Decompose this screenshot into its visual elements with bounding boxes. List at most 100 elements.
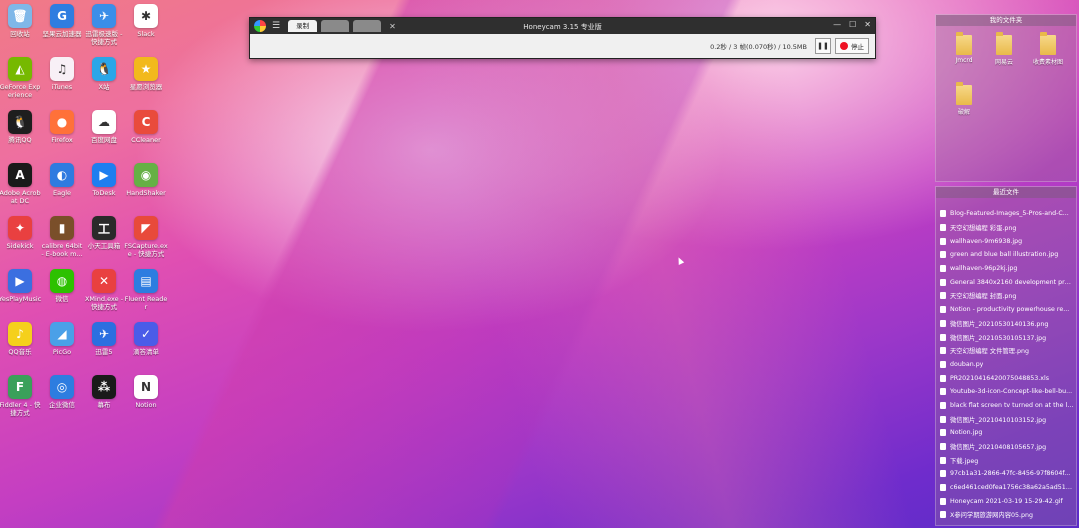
fluent-reader-icon: ▤ <box>134 269 158 293</box>
desktop-icon[interactable]: ▮ calibre 64bit - E-book m... <box>40 216 84 258</box>
recent-file-item[interactable]: 微信图片_20210410103152.jpg <box>940 412 1074 426</box>
recent-file-item[interactable]: General 3840x2160 development pro... <box>940 275 1074 289</box>
desktop-icon[interactable]: ✕ XMind.exe - 快捷方式 <box>82 269 126 311</box>
recent-file-item[interactable]: 天空幻想编程 文件管理.png <box>940 344 1074 358</box>
desktop-icon-label: 幕布 <box>97 401 111 409</box>
recent-file-item[interactable]: 微信图片_20210530140136.png <box>940 317 1074 331</box>
desktop-icon[interactable]: 🐧 腾讯QQ <box>0 110 42 144</box>
recent-file-name: 微信图片_20210530105137.jpg <box>950 334 1047 342</box>
tab-edit[interactable] <box>321 20 350 32</box>
desktop-icon[interactable]: N Notion <box>124 375 168 409</box>
recent-file-item[interactable]: black flat screen tv turned on at the li… <box>940 399 1074 413</box>
recent-file-item[interactable]: Notion - productivity powerhouse re... <box>940 303 1074 317</box>
folder-item[interactable]: Jmcrd <box>948 32 980 64</box>
tab-record[interactable]: 录制 <box>288 20 318 32</box>
recent-file-name: 天空幻想编程 封面.png <box>950 293 1017 301</box>
recent-file-item[interactable]: Youtube-3d-icon-Concept-like-bell-bu... <box>940 385 1074 399</box>
folder-item[interactable]: 收费素材图 <box>1032 32 1064 66</box>
desktop-icon[interactable]: ◎ 企业微信 <box>40 375 84 409</box>
honeycam-logo-icon <box>254 20 266 32</box>
recent-file-item[interactable]: wallhaven-96p2kj.jpg <box>940 262 1074 276</box>
folders-fence-title: 我的文件夹 <box>936 15 1076 26</box>
recent-file-item[interactable]: wallhaven-9m6938.jpg <box>940 234 1074 248</box>
desktop-icon[interactable]: ☁ 百度网盘 <box>82 110 126 144</box>
recent-file-item[interactable]: PR20210416420075048853.xls <box>940 371 1074 385</box>
file-icon <box>940 224 946 232</box>
ccleaner-icon: C <box>134 110 158 134</box>
desktop-icon[interactable]: C CCleaner <box>124 110 168 144</box>
tab-save[interactable] <box>353 20 382 32</box>
xunlei-icon: ✈ <box>92 4 116 28</box>
recent-file-item[interactable]: 微信图片_20210408105657.jpg <box>940 440 1074 454</box>
desktop-icon[interactable]: ◉ HandShaker <box>124 163 168 197</box>
close-icon[interactable]: ✕ <box>864 20 871 29</box>
recent-file-name: Honeycam 2021-03-19 15-29-42.gif <box>950 497 1063 505</box>
pause-button[interactable]: ❚❚ <box>815 38 831 54</box>
file-icon <box>940 456 946 464</box>
xzhan-icon: 🐧 <box>92 57 116 81</box>
file-icon <box>940 429 946 437</box>
window-controls: — ☐ ✕ <box>833 20 871 29</box>
folder-item[interactable]: 网易云 <box>988 32 1020 66</box>
desktop-icon[interactable]: ◭ GeForce Experience <box>0 57 42 99</box>
desktop-icon[interactable]: ✈ 迅雷极速版 - 快捷方式 <box>82 4 126 46</box>
desktop-icon[interactable]: ▶ ToDesk <box>82 163 126 197</box>
desktop-icon[interactable]: ◍ 微信 <box>40 269 84 303</box>
desktop-icon[interactable]: ◤ FSCapture.exe - 快捷方式 <box>124 216 168 258</box>
file-icon <box>940 292 946 300</box>
desktop-icon[interactable]: G 坚果云加速器 <box>40 4 84 38</box>
recent-files-list: Blog-Featured-Images_5-Pros-and-C... 天空幻想… <box>940 207 1074 522</box>
desktop-icon[interactable]: 🗑 回收站 <box>0 4 42 38</box>
xunlei5-icon: ✈ <box>92 322 116 346</box>
desktop-icon[interactable]: 工小天工具箱 <box>82 216 126 250</box>
geforce-icon: ◭ <box>8 57 32 81</box>
desktop-icon[interactable]: ✈ 迅雷5 <box>82 322 126 356</box>
close-tab-icon[interactable]: ✕ <box>389 22 396 31</box>
desktop-icon[interactable]: ★ 星愿浏览器 <box>124 57 168 91</box>
desktop-icon[interactable]: ♪ QQ音乐 <box>0 322 42 356</box>
desktop-icon[interactable]: ▤ Fluent Reader <box>124 269 168 311</box>
recent-file-item[interactable]: X参问学期旅游网内容05.png <box>940 508 1074 522</box>
acrobat-icon: A <box>8 163 32 187</box>
desktop-icon[interactable]: ◐ Eagle <box>40 163 84 197</box>
recent-file-item[interactable]: 下载.jpeg <box>940 453 1074 467</box>
desktop-icon[interactable]: ▶ YesPlayMusic <box>0 269 42 303</box>
honeycam-titlebar[interactable]: ☰ 录制 ✕ Honeycam 3.15 专业版 — ☐ ✕ <box>250 18 875 34</box>
minimize-icon[interactable]: — <box>833 20 841 29</box>
recent-file-item[interactable]: douban.py <box>940 358 1074 372</box>
desktop-icon[interactable]: ◢ PicGo <box>40 322 84 356</box>
desktop-icon[interactable]: 🐧 X站 <box>82 57 126 91</box>
recent-file-item[interactable]: c6ed461ced0fea1756c38a62a5ad514... <box>940 481 1074 495</box>
desktop-icon[interactable]: ✓ 滴答清单 <box>124 322 168 356</box>
recent-file-item[interactable]: Blog-Featured-Images_5-Pros-and-C... <box>940 207 1074 221</box>
xmind-icon: ✕ <box>92 269 116 293</box>
desktop-icon-label: FSCapture.exe - 快捷方式 <box>124 242 168 258</box>
yesplaymusic-icon: ▶ <box>8 269 32 293</box>
menu-icon[interactable]: ☰ <box>272 21 280 31</box>
desktop-icon-label: YesPlayMusic <box>0 295 42 303</box>
desktop-icon-label: XMind.exe - 快捷方式 <box>84 295 124 311</box>
desktop-icon-label: 回收站 <box>10 30 30 38</box>
stop-button[interactable]: 停止 <box>835 38 869 54</box>
recent-file-item[interactable]: green and blue ball illustration.jpg <box>940 248 1074 262</box>
recent-file-item[interactable]: 天空幻想编程 封面.png <box>940 289 1074 303</box>
desktop-icon[interactable]: A Adobe Acrobat DC <box>0 163 42 205</box>
folder-icon <box>996 32 1012 55</box>
desktop-icon[interactable]: ● Firefox <box>40 110 84 144</box>
recent-file-item[interactable]: Honeycam 2021-03-19 15-29-42.gif <box>940 494 1074 508</box>
desktop-icon[interactable]: ✱ Slack <box>124 4 168 38</box>
recent-file-item[interactable]: 天空幻想编程 彩蛋.png <box>940 221 1074 235</box>
desktop-icon[interactable]: ✦ Sidekick <box>0 216 42 250</box>
desktop-icon-label: 迅雷5 <box>95 348 113 356</box>
file-icon <box>940 374 946 382</box>
maximize-icon[interactable]: ☐ <box>849 20 856 29</box>
desktop-icon[interactable]: ⁂ 幕布 <box>82 375 126 409</box>
folder-item[interactable]: 破解 <box>948 82 980 116</box>
recent-file-item[interactable]: 微信图片_20210530105137.jpg <box>940 330 1074 344</box>
recent-file-item[interactable]: Notion.jpg <box>940 426 1074 440</box>
desktop-icon-label: 迅雷极速版 - 快捷方式 <box>85 30 123 46</box>
desktop-icon[interactable]: F Fiddler 4 - 快捷方式 <box>0 375 42 417</box>
desktop-icon[interactable]: ♫ iTunes <box>40 57 84 91</box>
recent-file-item[interactable]: 97cb1a31-2866-47fc-8456-97f8604f... <box>940 467 1074 481</box>
desktop-icon-label: Slack <box>137 30 155 38</box>
